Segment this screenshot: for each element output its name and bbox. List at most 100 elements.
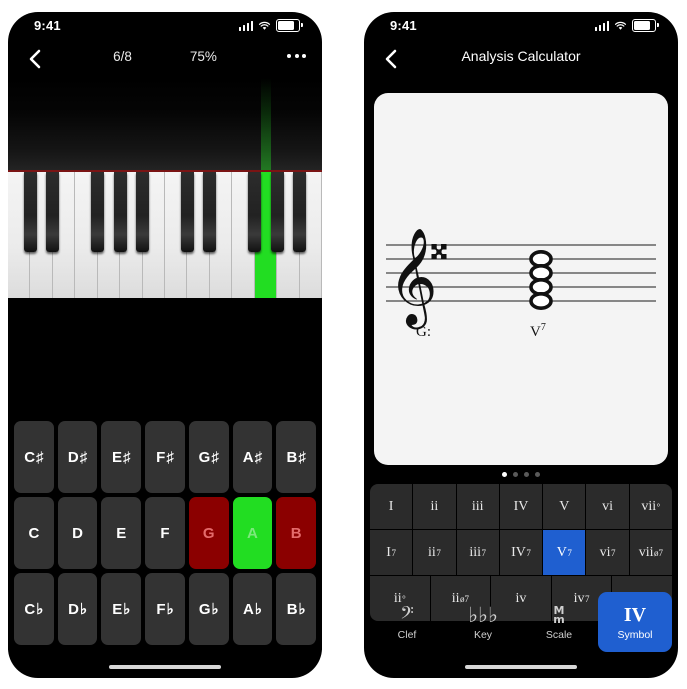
piano-key-glow — [260, 78, 271, 170]
battery-icon — [276, 19, 303, 32]
piano-black-key[interactable] — [293, 172, 307, 252]
keypad-button-vi[interactable]: vi — [586, 484, 629, 529]
note-button-Cflat[interactable]: C ♭ — [14, 573, 54, 645]
nav-bar-left: 6/8 75% — [8, 42, 322, 78]
note-button-Dflat[interactable]: D ♭ — [57, 573, 98, 645]
bass-clef-icon: 𝄢 — [400, 603, 414, 627]
keypad-button-viiø7[interactable]: vii ø7 — [629, 530, 672, 575]
major-minor-scale-icon: Mm — [553, 604, 565, 626]
status-icons — [238, 19, 303, 32]
keypad-button-V7[interactable]: V7 — [543, 530, 586, 575]
note-button-Esharp[interactable]: E ♯ — [101, 421, 142, 493]
screenshot-stage: 9:41 6/8 75% C ♯ D ♯ E ♯ F ♯ G ♯ A ♯ B ♯… — [0, 0, 687, 689]
toolbar-item-scale[interactable]: Mm Scale — [522, 592, 596, 652]
keypad-button-V[interactable]: V — [543, 484, 586, 529]
note-button-F[interactable]: F — [145, 497, 185, 569]
page-dots[interactable] — [364, 472, 678, 477]
keypad-button-iii[interactable]: iii — [456, 484, 499, 529]
note-button-Gsharp[interactable]: G ♯ — [188, 421, 229, 493]
note-button-E[interactable]: E — [101, 497, 142, 569]
measure-indicator[interactable]: 6/8 — [113, 49, 132, 64]
status-icons — [594, 19, 659, 32]
keypad-button-ii[interactable]: ii — [413, 484, 456, 529]
phone-right: 9:41 Analysis Calculator 𝄞 𝄪 G: V7 I ii … — [364, 12, 678, 678]
note-button-Bflat[interactable]: B ♭ — [276, 573, 317, 645]
score-card[interactable]: 𝄞 𝄪 G: V7 — [374, 93, 668, 465]
piano-black-key[interactable] — [136, 172, 150, 252]
keypad-button-ii7[interactable]: ii 7 — [413, 530, 456, 575]
note-button-G[interactable]: G — [188, 497, 229, 569]
keypad-button-vi7[interactable]: vi 7 — [586, 530, 629, 575]
home-indicator — [109, 664, 221, 669]
roman-numeral-symbol-icon: IV — [623, 604, 647, 626]
note-button-A[interactable]: A — [232, 497, 273, 569]
zoom-indicator[interactable]: 75% — [190, 49, 217, 64]
piano-black-key[interactable] — [23, 172, 37, 252]
page-dot[interactable] — [502, 472, 507, 477]
svg-text:V7: V7 — [530, 322, 546, 340]
piano-keybed[interactable] — [8, 172, 322, 298]
note-button-Dsharp[interactable]: D ♯ — [57, 421, 98, 493]
nav-bar-right: Analysis Calculator — [364, 42, 678, 78]
note-button-Fflat[interactable]: F ♭ — [145, 573, 185, 645]
cellular-bars-icon — [594, 20, 609, 31]
phone-left: 9:41 6/8 75% C ♯ D ♯ E ♯ F ♯ G ♯ A ♯ B ♯… — [8, 12, 322, 678]
note-button-Csharp[interactable]: C ♯ — [14, 421, 54, 493]
piano-black-key[interactable] — [91, 172, 105, 252]
svg-text:G:: G: — [416, 324, 431, 340]
wifi-icon — [614, 21, 627, 30]
keypad-button-IV[interactable]: IV — [499, 484, 543, 529]
note-button-Asharp[interactable]: A ♯ — [232, 421, 273, 493]
piano-black-key[interactable] — [203, 172, 217, 252]
keypad-button-IV7[interactable]: IV 7 — [499, 530, 543, 575]
piano-empty-area — [8, 310, 322, 400]
note-button-Aflat[interactable]: A ♭ — [232, 573, 273, 645]
keypad-button-I7[interactable]: I7 — [370, 530, 413, 575]
page-dot[interactable] — [524, 472, 529, 477]
keypad-button-I[interactable]: I — [370, 484, 413, 529]
music-staff: 𝄞 𝄪 G: V7 — [386, 223, 656, 340]
home-indicator — [465, 664, 577, 669]
status-time: 9:41 — [390, 18, 417, 33]
piano-black-key[interactable] — [46, 172, 60, 252]
bottom-toolbar[interactable]: 𝄢 Clef ♭♭♭ Key Mm Scale IV Symbol — [370, 592, 672, 652]
flats-key-icon: ♭♭♭ — [468, 603, 498, 627]
note-button-Eflat[interactable]: E ♭ — [101, 573, 142, 645]
toolbar-item-label: Symbol — [617, 629, 653, 641]
keypad-button-iii7[interactable]: iii 7 — [456, 530, 499, 575]
toolbar-item-clef[interactable]: 𝄢 Clef — [370, 592, 444, 652]
keypad-button-vii°[interactable]: vii ° — [629, 484, 672, 529]
status-bar-left: 9:41 — [8, 12, 322, 42]
note-button-Gflat[interactable]: G ♭ — [188, 573, 229, 645]
ellipsis-icon[interactable] — [287, 54, 306, 58]
keypad-row: I 7 ii 7 iii 7 IV 7 V 7 vi 7 vii ø7 — [370, 530, 672, 575]
keypad-row: Iii iii IV Vvi vii ° — [370, 484, 672, 529]
note-row-sharps: C ♯ D ♯ E ♯ F ♯ G ♯ A ♯ B ♯ — [14, 421, 317, 493]
piano-black-key[interactable] — [180, 172, 194, 252]
status-time: 9:41 — [34, 18, 61, 33]
cellular-bars-icon — [238, 20, 253, 31]
toolbar-item-key[interactable]: ♭♭♭ Key — [446, 592, 520, 652]
status-bar-right: 9:41 — [364, 12, 678, 42]
note-row-flats: C ♭ D ♭ E ♭ F ♭ G ♭ A ♭ B ♭ — [14, 573, 317, 645]
toolbar-item-label: Clef — [397, 629, 417, 641]
page-dot[interactable] — [513, 472, 518, 477]
toolbar-item-label: Key — [473, 629, 493, 641]
page-title: Analysis Calculator — [461, 48, 581, 64]
page-dot[interactable] — [535, 472, 540, 477]
note-button-Bsharp[interactable]: B ♯ — [276, 421, 317, 493]
piano-black-key[interactable] — [113, 172, 127, 252]
piano-keyboard[interactable] — [8, 78, 322, 310]
note-row-naturals: CDEFGAB — [14, 497, 317, 569]
note-button-C[interactable]: C — [14, 497, 54, 569]
toolbar-item-symbol[interactable]: IV Symbol — [598, 592, 672, 652]
piano-base — [8, 298, 322, 310]
note-pad[interactable]: C ♯ D ♯ E ♯ F ♯ G ♯ A ♯ B ♯ C D E F G A B C ♭ D ♭ E ♭ F ♭ G ♭ A ♭ B ♭ — [8, 417, 322, 650]
piano-black-key[interactable] — [248, 172, 262, 252]
note-button-D[interactable]: D — [57, 497, 98, 569]
piano-black-key[interactable] — [270, 172, 284, 252]
toolbar-item-label: Scale — [545, 629, 573, 641]
nav-center-left: 6/8 75% — [8, 49, 322, 64]
note-button-Fsharp[interactable]: F ♯ — [145, 421, 185, 493]
note-button-B[interactable]: B — [276, 497, 317, 569]
